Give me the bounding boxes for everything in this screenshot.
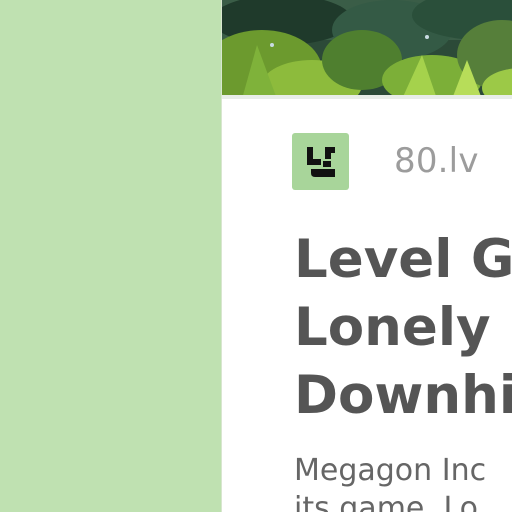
side-background — [0, 0, 221, 512]
title-line: Downhi — [294, 365, 512, 426]
source-row[interactable]: 80.lv — [292, 132, 479, 190]
snippet-line: Megagon Inc — [294, 453, 487, 488]
title-line: Level Ga — [294, 229, 512, 290]
title-line: Lonely I — [294, 297, 512, 358]
jungle-scene-image — [222, 0, 512, 99]
snippet-line: its game, Lo — [294, 491, 478, 512]
article-thumbnail[interactable] — [222, 0, 512, 99]
article-title[interactable]: Level Ga Lonely I Downhi — [294, 226, 512, 430]
80lv-logo-icon — [292, 132, 349, 190]
article-snippet: Megagon Inc its game, Lo — [294, 452, 512, 512]
source-name[interactable]: 80.lv — [394, 141, 479, 181]
article-card[interactable]: 80.lv Level Ga Lonely I Downhi Megagon I… — [221, 0, 512, 512]
page: 80.lv Level Ga Lonely I Downhi Megagon I… — [0, 0, 512, 512]
